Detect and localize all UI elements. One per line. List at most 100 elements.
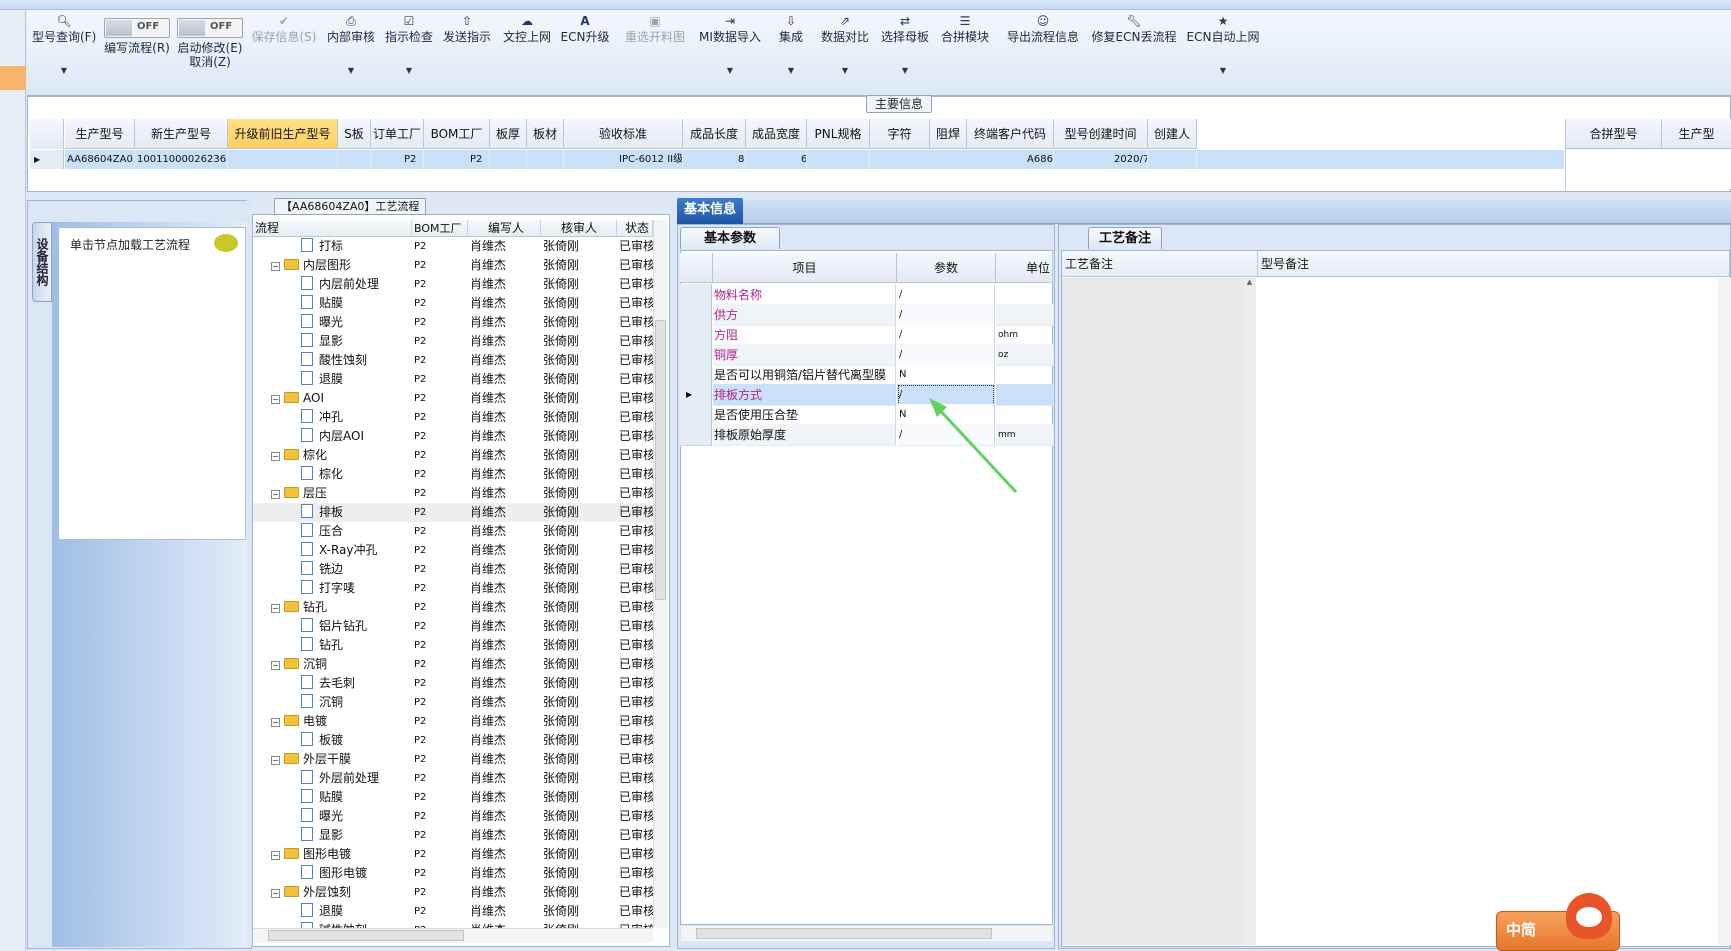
tree-row[interactable]: 曝光 P2 肖维杰 张倚刚 已审核: [253, 313, 653, 332]
col-header[interactable]: 核审人: [541, 220, 617, 237]
collapse-icon[interactable]: −: [271, 661, 280, 670]
chevron-down-icon[interactable]: ▼: [32, 66, 96, 75]
tree-node[interactable]: 退膜: [253, 902, 410, 921]
param-value-field[interactable]: N: [897, 364, 995, 386]
tree-node[interactable]: 曝光: [253, 807, 410, 826]
col-header[interactable]: 状态: [617, 220, 653, 237]
tree-node[interactable]: X-Ray冲孔: [253, 541, 410, 560]
tree-node[interactable]: 酸性蚀刻: [253, 351, 410, 370]
nav-tree-box[interactable]: [58, 227, 246, 540]
tree-node[interactable]: 外层前处理: [253, 769, 410, 788]
col-header[interactable]: 终端客户代码: [967, 119, 1054, 149]
chevron-down-icon[interactable]: ▼: [877, 66, 933, 75]
tab-basic-info[interactable]: 基本信息: [677, 198, 743, 224]
ime-indicator[interactable]: 中简: [1496, 893, 1620, 951]
send-instruction-button[interactable]: ⇧ 发送指示: [439, 10, 495, 96]
param-hscroll-thumb[interactable]: [696, 928, 992, 939]
tree-node[interactable]: 棕化: [253, 465, 410, 484]
row-indicator[interactable]: [680, 284, 712, 306]
table-cell[interactable]: 10011000026236: [135, 150, 228, 169]
tree-node[interactable]: 退膜: [253, 370, 410, 389]
col-header[interactable]: 流程: [253, 220, 412, 237]
param-row[interactable]: 是否可以用铜箔/铝片替代离型膜 N: [680, 364, 1053, 386]
reselect-cutting-chart-button[interactable]: ▣ 重选开料图: [617, 10, 693, 96]
row-indicator[interactable]: [680, 364, 712, 386]
tree-node[interactable]: 贴膜: [253, 294, 410, 313]
tree-row[interactable]: 内层AOI P2 肖维杰 张倚刚 已审核: [253, 427, 653, 446]
table-cell[interactable]: 66.770: [746, 150, 807, 169]
collapse-icon[interactable]: −: [271, 718, 280, 727]
table-cell[interactable]: [228, 150, 338, 169]
tree-scroll-thumb[interactable]: [655, 320, 666, 600]
chevron-down-icon[interactable]: ▼: [693, 66, 767, 75]
tab-device-structure[interactable]: 设备结构: [32, 222, 52, 302]
internal-review-button[interactable]: ⎙ 内部审核 ▼: [323, 10, 379, 96]
row-indicator[interactable]: ▶: [680, 384, 712, 406]
tree-node[interactable]: − 内层图形: [253, 256, 410, 275]
data-compare-button[interactable]: ⇗ 数据对比 ▼: [817, 10, 873, 96]
col-header[interactable]: 工艺备注: [1062, 251, 1258, 277]
row-indicator[interactable]: [680, 304, 712, 326]
collapse-icon[interactable]: −: [271, 604, 280, 613]
tree-node[interactable]: − 沉铜: [253, 655, 410, 674]
tree-node[interactable]: 曝光: [253, 313, 410, 332]
table-cell[interactable]: 白色字符: [870, 150, 933, 169]
table-cell[interactable]: [490, 150, 527, 169]
table-cell[interactable]: [1148, 150, 1197, 169]
save-info-button[interactable]: ✔ 保存信息(S): [251, 10, 317, 96]
tree-node[interactable]: 图形电镀: [253, 864, 410, 883]
table-cell[interactable]: [527, 150, 564, 169]
collapse-icon[interactable]: −: [271, 756, 280, 765]
select-motherboard-button[interactable]: ⇄ 选择母板 ▼: [877, 10, 933, 96]
chevron-down-icon[interactable]: ▼: [323, 66, 379, 75]
table-cell[interactable]: A686: [967, 150, 1054, 169]
tree-row[interactable]: 退膜 P2 肖维杰 张倚刚 已审核: [253, 902, 653, 921]
col-header[interactable]: 板材: [527, 119, 564, 149]
row-indicator[interactable]: [680, 404, 712, 426]
tree-node[interactable]: 显影: [253, 826, 410, 845]
tree-node[interactable]: 内层AOI: [253, 427, 410, 446]
tree-node[interactable]: − AOI: [253, 389, 410, 408]
tree-row[interactable]: 外层前处理 P2 肖维杰 张倚刚 已审核: [253, 769, 653, 788]
tree-node[interactable]: 冲孔: [253, 408, 410, 427]
tree-row[interactable]: 棕化 P2 肖维杰 张倚刚 已审核: [253, 465, 653, 484]
col-header[interactable]: 订单工厂: [371, 119, 424, 149]
vertical-splitter[interactable]: [670, 200, 676, 947]
tree-node[interactable]: − 外层干膜: [253, 750, 410, 769]
tree-row[interactable]: X-Ray冲孔 P2 肖维杰 张倚刚 已审核: [253, 541, 653, 560]
ecn-auto-online-button[interactable]: ★ ECN自动上网 ▼: [1181, 10, 1265, 96]
tree-row[interactable]: − 钻孔 P2 肖维杰 张倚刚 已审核: [253, 598, 653, 617]
chevron-down-icon[interactable]: ▼: [381, 66, 437, 75]
tree-row[interactable]: − 图形电镀 P2 肖维杰 张倚刚 已审核: [253, 845, 653, 864]
param-row[interactable]: 铜厚 / oz: [680, 344, 1053, 366]
doc-online-button[interactable]: ☁ 文控上网: [499, 10, 555, 96]
tree-row[interactable]: 显影 P2 肖维杰 张倚刚 已审核: [253, 826, 653, 845]
tree-row[interactable]: 铣边 P2 肖维杰 张倚刚 已审核: [253, 560, 653, 579]
collapse-icon[interactable]: −: [271, 490, 280, 499]
tree-node[interactable]: − 棕化: [253, 446, 410, 465]
export-flow-info-button[interactable]: ☺ 导出流程信息: [1003, 10, 1083, 96]
tree-node[interactable]: 内层前处理: [253, 275, 410, 294]
tree-row[interactable]: 贴膜 P2 肖维杰 张倚刚 已审核: [253, 788, 653, 807]
chevron-down-icon[interactable]: ▼: [1181, 66, 1265, 75]
param-value-field[interactable]: /: [897, 284, 995, 306]
ecn-upgrade-button[interactable]: A ECN升级: [557, 10, 613, 96]
tree-row[interactable]: 曝光 P2 肖维杰 张倚刚 已审核: [253, 807, 653, 826]
tree-row[interactable]: 排板 P2 肖维杰 张倚刚 已审核: [253, 503, 653, 522]
col-header[interactable]: PNL规格: [807, 119, 870, 149]
craft-remark-scrollbar[interactable]: ▲: [1243, 278, 1256, 945]
tree-node[interactable]: − 电镀: [253, 712, 410, 731]
col-header[interactable]: 新生产型号: [135, 119, 228, 149]
col-header[interactable]: S板: [338, 119, 371, 149]
param-row[interactable]: 方阻 / ohm: [680, 324, 1053, 346]
table-cell[interactable]: P2: [371, 150, 424, 169]
param-row[interactable]: 物料名称 /: [680, 284, 1053, 306]
param-value-field[interactable]: /: [897, 304, 995, 326]
tree-row[interactable]: 内层前处理 P2 肖维杰 张倚刚 已审核: [253, 275, 653, 294]
tree-node[interactable]: 贴膜: [253, 788, 410, 807]
collapse-icon[interactable]: −: [271, 262, 280, 271]
collapse-icon[interactable]: −: [271, 889, 280, 898]
tree-node[interactable]: 显影: [253, 332, 410, 351]
instruction-check-button[interactable]: ☑ 指示检查 ▼: [381, 10, 437, 96]
tree-node[interactable]: 排板: [253, 503, 410, 522]
